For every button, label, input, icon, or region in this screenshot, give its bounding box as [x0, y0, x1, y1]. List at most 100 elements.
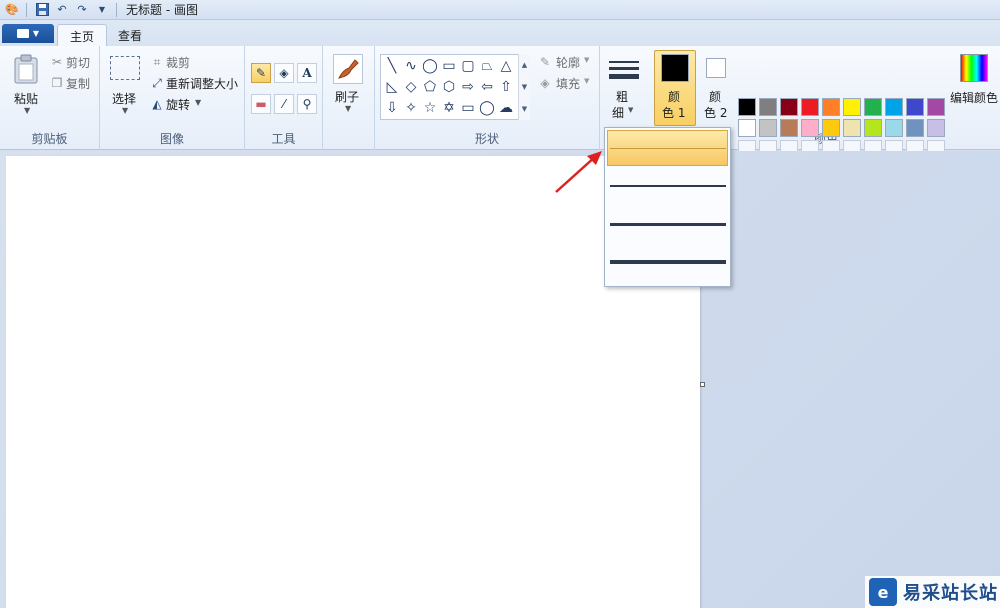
color2-label-line1[interactable]: 颜: [709, 88, 721, 105]
right-triangle-shape-icon[interactable]: ◺: [383, 78, 401, 96]
save-icon[interactable]: [34, 2, 50, 18]
qat-separator: [26, 2, 27, 17]
line-size-icon[interactable]: [608, 56, 640, 84]
size-option[interactable]: [607, 130, 728, 166]
redo-icon[interactable]: ↷: [74, 2, 90, 18]
outline-dropdown-arrow[interactable]: ▼: [584, 56, 589, 64]
canvas-resize-handle[interactable]: [700, 382, 705, 387]
up-arrow-shape-icon[interactable]: ⇧: [497, 78, 515, 96]
color2-swatch[interactable]: [706, 58, 726, 78]
brush-dropdown-arrow[interactable]: ▼: [345, 104, 351, 113]
palette-swatch[interactable]: [906, 98, 924, 116]
palette-swatch[interactable]: [780, 119, 798, 137]
five-point-star-shape-icon[interactable]: ☆: [421, 99, 439, 117]
palette-swatch[interactable]: [885, 119, 903, 137]
palette-swatch[interactable]: [864, 119, 882, 137]
paint-app-icon[interactable]: 🎨: [4, 2, 20, 18]
tab-home[interactable]: 主页: [57, 24, 108, 47]
copy-button[interactable]: 复制: [66, 75, 90, 92]
fill-bucket-icon[interactable]: ◈: [274, 63, 294, 83]
edit-colors-button[interactable]: 编辑颜色: [950, 89, 998, 106]
palette-swatch[interactable]: [759, 119, 777, 137]
curve-shape-icon[interactable]: ∿: [402, 57, 420, 75]
palette-swatch[interactable]: [780, 98, 798, 116]
select-button-label[interactable]: 选择: [112, 90, 136, 107]
outline-button[interactable]: 轮廓: [556, 54, 580, 71]
palette-swatch[interactable]: [843, 98, 861, 116]
palette-swatch[interactable]: [885, 98, 903, 116]
hexagon-shape-icon[interactable]: ⬡: [440, 78, 458, 96]
cloud-callout-shape-icon[interactable]: ☁: [497, 99, 515, 117]
six-point-star-shape-icon[interactable]: ✡: [440, 99, 458, 117]
cut-button[interactable]: 剪切: [66, 54, 90, 71]
paste-dropdown-arrow[interactable]: ▼: [24, 106, 30, 115]
palette-swatch[interactable]: [801, 119, 819, 137]
palette-swatch[interactable]: [906, 119, 924, 137]
brush-icon[interactable]: [333, 54, 363, 84]
resize-button[interactable]: 重新调整大小: [166, 75, 238, 92]
paste-icon[interactable]: [12, 54, 40, 84]
palette-swatch[interactable]: [759, 98, 777, 116]
rotate-dropdown-arrow[interactable]: ▼: [195, 98, 201, 107]
gallery-more-icon[interactable]: ▼: [522, 105, 527, 113]
fill-button[interactable]: 填充: [556, 75, 580, 92]
palette-swatch[interactable]: [822, 98, 840, 116]
oval-shape-icon[interactable]: ◯: [421, 57, 439, 75]
palette-swatch[interactable]: [843, 119, 861, 137]
magnifier-icon[interactable]: ⚲: [297, 94, 317, 114]
edit-colors-icon[interactable]: [960, 54, 988, 82]
color1-swatch[interactable]: [661, 54, 689, 82]
diamond-shape-icon[interactable]: ◇: [402, 78, 420, 96]
down-arrow-shape-icon[interactable]: ⇩: [383, 99, 401, 117]
polygon-shape-icon[interactable]: ⏢: [478, 57, 496, 75]
line-shape-icon[interactable]: ╲: [383, 57, 401, 75]
text-tool-icon[interactable]: A: [297, 63, 317, 83]
rect-callout-shape-icon[interactable]: ▭: [459, 99, 477, 117]
rectangle-shape-icon[interactable]: ▭: [440, 57, 458, 75]
fill-dropdown-arrow[interactable]: ▼: [584, 77, 589, 85]
palette-swatch[interactable]: [927, 98, 945, 116]
size-option[interactable]: [607, 244, 728, 280]
scissors-icon: ✂: [51, 55, 63, 69]
right-arrow-shape-icon[interactable]: ⇨: [459, 78, 477, 96]
crop-button[interactable]: 裁剪: [166, 54, 190, 71]
tab-view[interactable]: 查看: [106, 24, 154, 47]
paste-button-label[interactable]: 粘贴: [14, 90, 38, 107]
size-label-line1[interactable]: 粗: [616, 88, 628, 105]
size-option[interactable]: [607, 168, 728, 204]
eraser-icon[interactable]: ▬: [251, 94, 271, 114]
palette-swatch[interactable]: [738, 98, 756, 116]
color-picker-icon[interactable]: ⁄: [274, 94, 294, 114]
size-option-line: [609, 222, 726, 226]
workspace: [0, 151, 1000, 608]
rotate-button[interactable]: 旋转: [166, 96, 190, 113]
size-dropdown-arrow[interactable]: ▼: [628, 106, 633, 114]
pentagon-shape-icon[interactable]: ⬠: [421, 78, 439, 96]
palette-swatch[interactable]: [864, 98, 882, 116]
color2-label-line2[interactable]: 色 2: [704, 104, 727, 121]
triangle-shape-icon[interactable]: △: [497, 57, 515, 75]
color1-label-line1: 颜: [668, 90, 681, 104]
tools-group-label: 工具: [271, 132, 296, 146]
file-menu-button[interactable]: ▼: [2, 24, 54, 43]
drawing-canvas[interactable]: [6, 156, 700, 608]
select-icon[interactable]: [110, 56, 140, 80]
palette-swatch[interactable]: [801, 98, 819, 116]
rounded-rectangle-shape-icon[interactable]: ▢: [459, 57, 477, 75]
brush-button-label[interactable]: 刷子: [335, 88, 359, 105]
palette-swatch[interactable]: [738, 119, 756, 137]
customize-qat-icon[interactable]: ▼: [94, 2, 110, 18]
left-arrow-shape-icon[interactable]: ⇦: [478, 78, 496, 96]
select-dropdown-arrow[interactable]: ▼: [122, 106, 128, 115]
shapes-gallery-scroll[interactable]: ▲ ▼ ▼: [518, 54, 530, 120]
scroll-down-icon[interactable]: ▼: [522, 83, 527, 91]
palette-swatch[interactable]: [822, 119, 840, 137]
size-option[interactable]: [607, 206, 728, 242]
size-label-line2[interactable]: 细: [612, 104, 624, 121]
four-point-star-shape-icon[interactable]: ✧: [402, 99, 420, 117]
oval-callout-shape-icon[interactable]: ◯: [478, 99, 496, 117]
palette-swatch[interactable]: [927, 119, 945, 137]
pencil-icon[interactable]: ✎: [251, 63, 271, 83]
undo-icon[interactable]: ↶: [54, 2, 70, 18]
scroll-up-icon[interactable]: ▲: [522, 61, 527, 69]
